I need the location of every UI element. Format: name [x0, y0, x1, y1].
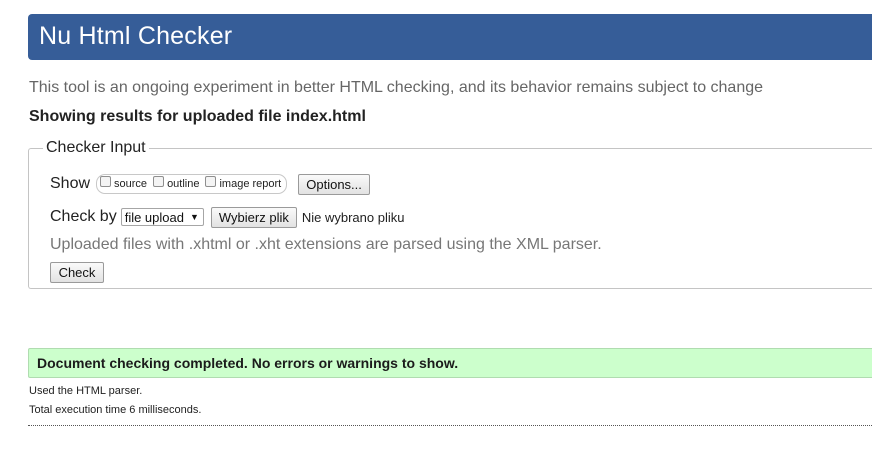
check-by-select[interactable]: file upload ▼	[120, 208, 204, 226]
check-button[interactable]: Check	[50, 262, 104, 283]
show-row: Show source outline image report Options…	[50, 172, 370, 196]
results-heading: Showing results for uploaded file index.…	[29, 108, 366, 125]
success-message: Document checking completed. No errors o…	[37, 355, 459, 371]
tagline: This tool is an ongoing experiment in be…	[29, 79, 764, 96]
outline-checkbox[interactable]	[153, 175, 165, 187]
page: Nu Html Checker This tool is an ongoing …	[0, 0, 872, 458]
show-image-report-option[interactable]: image report	[205, 175, 282, 190]
source-option-label: source	[114, 178, 148, 190]
source-checkbox[interactable]	[100, 175, 112, 187]
success-banner: Document checking completed. No errors o…	[28, 348, 872, 378]
execution-time-info: Total execution time 6 milliseconds.	[29, 404, 202, 416]
xml-parser-note: Uploaded files with .xhtml or .xht exten…	[50, 236, 602, 253]
options-button[interactable]: Options...	[298, 173, 370, 195]
show-label: Show	[50, 175, 91, 192]
check-by-row: Check by file upload ▼ Wybierz plik Nie …	[50, 206, 404, 228]
image-report-checkbox[interactable]	[205, 175, 217, 187]
show-source-option[interactable]: source	[100, 175, 148, 190]
check-by-selected-value: file upload	[124, 209, 184, 225]
dotted-divider	[28, 425, 872, 426]
checker-input-legend: Checker Input	[46, 139, 146, 156]
parser-info: Used the HTML parser.	[29, 385, 143, 397]
choose-file-button[interactable]: Wybierz plik	[210, 206, 297, 228]
show-outline-option[interactable]: outline	[153, 175, 200, 190]
title-bar: Nu Html Checker	[28, 14, 872, 60]
page-title: Nu Html Checker	[39, 22, 233, 50]
check-by-label: Check by	[50, 208, 117, 225]
outline-option-label: outline	[167, 178, 200, 190]
show-options-group: source outline image report	[96, 174, 288, 194]
image-report-option-label: image report	[219, 178, 282, 190]
file-status-text: Nie wybrano pliku	[301, 209, 405, 225]
dropdown-arrow-icon: ▼	[189, 212, 199, 222]
